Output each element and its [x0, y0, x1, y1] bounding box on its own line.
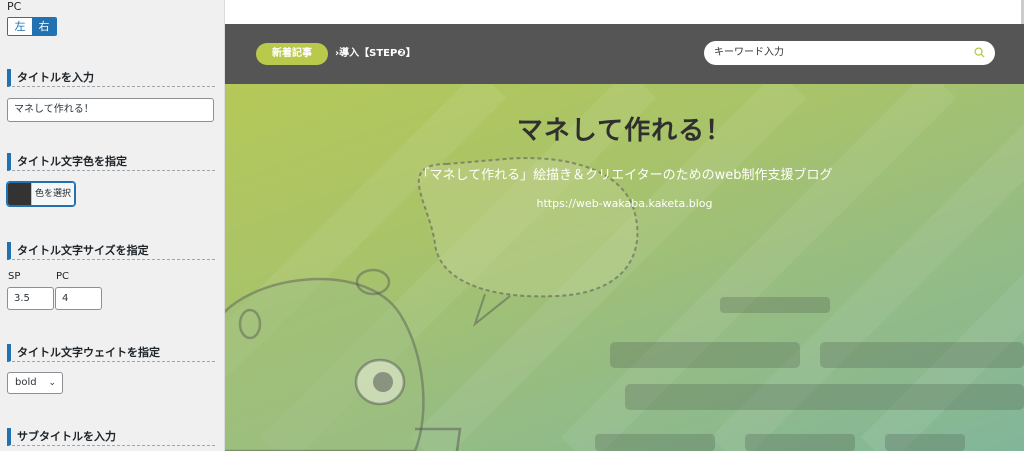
alignment-toggle[interactable]: 左 右 [7, 17, 57, 36]
color-swatch [8, 183, 31, 205]
pc-size-input[interactable]: 4 [55, 287, 102, 310]
sp-label: SP [8, 271, 21, 282]
search-placeholder: キーワード入力 [714, 47, 784, 58]
align-left-button[interactable]: 左 [8, 18, 32, 35]
font-weight-value: bold [15, 377, 37, 388]
align-right-button[interactable]: 右 [32, 18, 56, 35]
pc-label: PC [7, 0, 22, 13]
new-posts-badge[interactable]: 新着記事 [256, 43, 328, 65]
chevron-down-icon: ⌄ [48, 378, 56, 388]
title-weight-heading: タイトル文字ウェイトを指定 [7, 344, 215, 362]
pc-size-label: PC [56, 271, 70, 282]
color-picker-label: 色を選択 [31, 183, 74, 205]
site-subtitle: 「マネして作れる」絵描き＆クリエイターのためのweb制作支援ブログ [416, 168, 833, 183]
site-preview: 新着記事 ›導入【STEP❷】 キーワード入力 マネして作れる！ 「マネして作れ… [225, 0, 1024, 451]
site-title[interactable]: マネして作れる！ [225, 110, 1024, 147]
news-ticker-link[interactable]: ›導入【STEP❷】 [335, 45, 416, 63]
search-input[interactable]: キーワード入力 [704, 41, 995, 65]
header-navbar: 新着記事 ›導入【STEP❷】 キーワード入力 [225, 24, 1024, 84]
preview-top-strip [225, 0, 1024, 24]
title-section-heading: タイトルを入力 [7, 69, 215, 87]
site-url[interactable]: https://web-wakaba.kaketa.blog [225, 197, 1024, 210]
color-picker-button[interactable]: 色を選択 [7, 182, 75, 206]
search-icon[interactable] [974, 47, 985, 58]
font-weight-select[interactable]: bold ⌄ [7, 372, 63, 394]
subtitle-section-heading: サブタイトルを入力 [7, 428, 215, 446]
settings-panel: PC 左 右 タイトルを入力 マネして作れる！ タイトル文字色を指定 色を選択 … [0, 0, 225, 451]
title-size-heading: タイトル文字サイズを指定 [7, 242, 215, 260]
sp-size-input[interactable]: 3.5 [7, 287, 54, 310]
title-color-heading: タイトル文字色を指定 [7, 153, 215, 171]
title-input[interactable]: マネして作れる！ [7, 98, 214, 122]
hero-banner: マネして作れる！ 「マネして作れる」絵描き＆クリエイターのためのweb制作支援ブ… [225, 84, 1024, 451]
